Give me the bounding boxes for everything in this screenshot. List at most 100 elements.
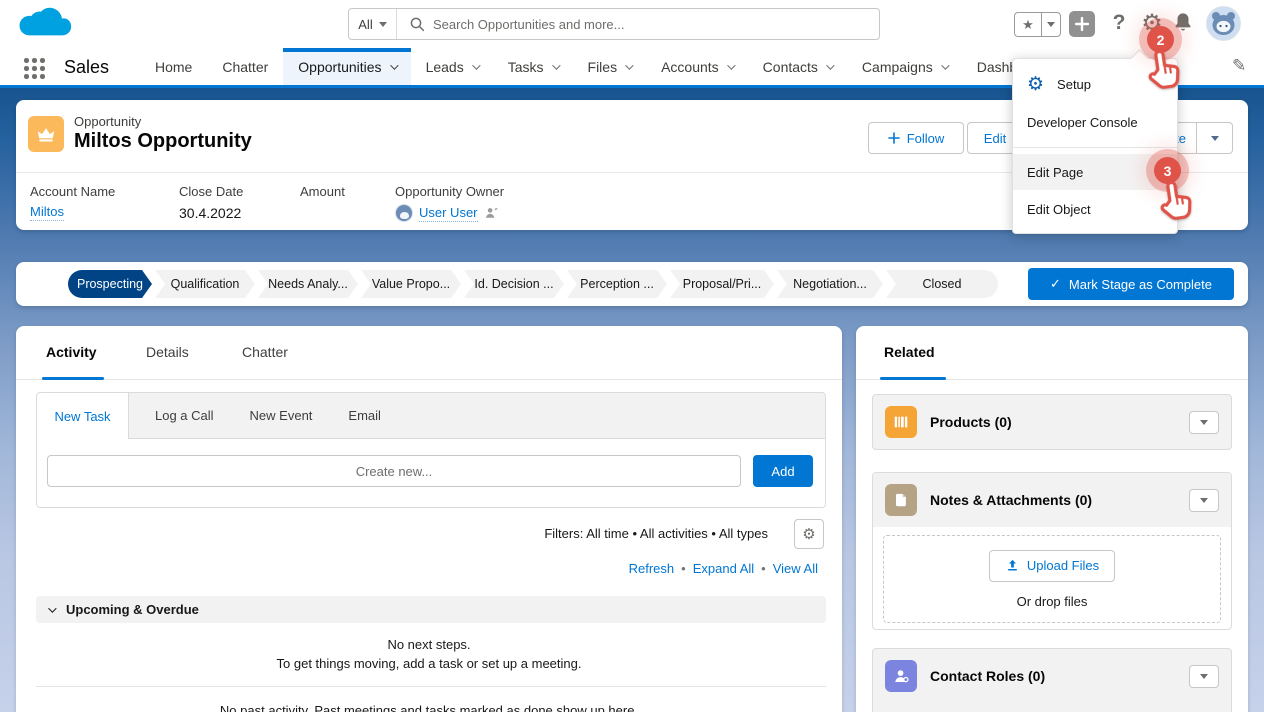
notes-header[interactable]: Notes & Attachments (0) — [873, 473, 1231, 527]
sales-path-card: Prospecting Qualification Needs Analy...… — [16, 262, 1248, 306]
nav-tab-tasks[interactable]: Tasks — [493, 48, 573, 85]
activity-filters-gear-button[interactable]: ⚙ — [794, 519, 824, 549]
divider — [36, 686, 826, 687]
upcoming-overdue-section-header[interactable]: Upcoming & Overdue — [36, 596, 826, 623]
search-input[interactable] — [425, 17, 879, 32]
path-stage-proposal[interactable]: Proposal/Pri... — [670, 270, 774, 298]
chevron-down-icon — [390, 61, 398, 69]
edit-navigation-pencil-icon[interactable]: ✎ — [1232, 56, 1246, 76]
menu-divider — [1013, 147, 1177, 148]
composer-tab-log-a-call[interactable]: Log a Call — [155, 408, 214, 423]
chevron-down-icon — [48, 604, 56, 612]
annotation-step-3-hand-cursor-icon — [1149, 174, 1203, 228]
nav-tab-files[interactable]: Files — [573, 48, 647, 85]
empty-state-title: No next steps. — [16, 637, 842, 652]
path-stage-closed[interactable]: Closed — [886, 270, 998, 298]
global-search: All — [348, 8, 880, 40]
path-stage-needs-analysis[interactable]: Needs Analy... — [258, 270, 358, 298]
notes-attachments-related-list: Notes & Attachments (0) Upload Files Or … — [872, 472, 1232, 630]
nav-tab-contacts[interactable]: Contacts — [748, 48, 847, 85]
notifications-button[interactable] — [1172, 10, 1194, 35]
annotation-step-2-hand-cursor-icon — [1137, 43, 1191, 97]
user-avatar[interactable] — [1206, 6, 1241, 41]
activity-filters-summary[interactable]: Filters: All time • All activities • All… — [544, 526, 768, 541]
nav-tab-campaigns[interactable]: Campaigns — [847, 48, 962, 85]
expand-all-link[interactable]: Expand All — [693, 561, 754, 576]
chevron-down-icon — [1200, 498, 1208, 503]
composer-tab-email[interactable]: Email — [348, 408, 381, 423]
empty-state-subtitle: To get things moving, add a task or set … — [16, 656, 842, 671]
help-button[interactable]: ? — [1108, 10, 1130, 36]
global-actions-button[interactable] — [1069, 11, 1095, 37]
app-name[interactable]: Sales — [64, 57, 109, 78]
chevron-down-icon — [552, 61, 560, 69]
drop-files-label: Or drop files — [1017, 594, 1088, 609]
chevron-down-icon — [727, 61, 735, 69]
file-drop-zone[interactable]: Upload Files Or drop files — [883, 535, 1221, 623]
follow-button[interactable]: Follow — [868, 122, 964, 154]
gear-icon: ⚙ — [802, 525, 815, 543]
global-header: All ★ ? ⚙ — [0, 0, 1264, 48]
add-task-button[interactable]: Add — [753, 455, 813, 487]
favorite-star-button[interactable]: ★ — [1015, 13, 1042, 36]
products-related-list: Products (0) — [872, 394, 1232, 450]
nav-tab-leads[interactable]: Leads — [411, 48, 493, 85]
app-launcher-icon[interactable] — [24, 58, 45, 79]
notes-icon — [885, 484, 917, 516]
chevron-down-icon — [1200, 420, 1208, 425]
upload-files-button[interactable]: Upload Files — [989, 550, 1115, 582]
products-menu-button[interactable] — [1189, 411, 1219, 434]
path-stage-id-decision[interactable]: Id. Decision ... — [464, 270, 564, 298]
favorites-control: ★ — [1014, 12, 1061, 37]
note-page-icon — [892, 491, 910, 509]
search-scope-label: All — [358, 17, 372, 32]
products-icon — [885, 406, 917, 438]
create-new-task-input[interactable] — [47, 455, 741, 487]
composer-tab-new-task[interactable]: New Task — [37, 393, 129, 439]
field-close-date: Close Date 30.4.2022 — [179, 184, 243, 221]
search-scope-selector[interactable]: All — [349, 9, 397, 39]
composer-tab-new-event[interactable]: New Event — [250, 408, 313, 423]
view-all-link[interactable]: View All — [773, 561, 818, 576]
activity-panel: Activity Details Chatter New Task Log a … — [16, 326, 842, 712]
plus-icon — [888, 132, 900, 144]
owner-avatar — [395, 204, 413, 222]
favorites-list-button[interactable] — [1042, 13, 1060, 36]
tab-related[interactable]: Related — [884, 344, 935, 360]
tab-chatter[interactable]: Chatter — [242, 344, 288, 360]
change-owner-icon[interactable] — [484, 206, 498, 220]
composer-tabs: New Task Log a Call New Event Email — [37, 393, 825, 439]
barcode-icon — [892, 413, 910, 431]
refresh-link[interactable]: Refresh — [629, 561, 675, 576]
path-stage-value-proposition[interactable]: Value Propo... — [361, 270, 461, 298]
account-link[interactable]: Miltos — [30, 204, 64, 221]
owner-link[interactable]: User User — [419, 205, 478, 222]
path-stage-prospecting[interactable]: Prospecting — [68, 270, 152, 298]
tab-details[interactable]: Details — [146, 344, 189, 360]
object-label: Opportunity — [74, 114, 141, 129]
path-stage-qualification[interactable]: Qualification — [155, 270, 255, 298]
plus-icon — [1075, 17, 1089, 31]
notes-menu-button[interactable] — [1189, 489, 1219, 512]
path-stage-negotiation[interactable]: Negotiation... — [777, 270, 883, 298]
path-stage-perception[interactable]: Perception ... — [567, 270, 667, 298]
menu-item-developer-console[interactable]: Developer Console — [1013, 103, 1177, 141]
panel-tabs-row — [16, 326, 842, 380]
tab-activity[interactable]: Activity — [46, 344, 97, 360]
upload-icon — [1005, 558, 1020, 573]
contact-roles-menu-button[interactable] — [1189, 665, 1219, 688]
chevron-down-icon — [826, 61, 834, 69]
search-icon — [409, 16, 425, 32]
setup-gear-icon: ⚙ — [1027, 75, 1044, 94]
more-actions-button[interactable] — [1197, 122, 1233, 154]
products-header[interactable]: Products (0) — [873, 395, 1231, 449]
nav-tab-accounts[interactable]: Accounts — [646, 48, 748, 85]
nav-tab-opportunities[interactable]: Opportunities — [283, 48, 410, 85]
nav-tab-home[interactable]: Home — [140, 48, 207, 85]
nav-tab-chatter[interactable]: Chatter — [207, 48, 283, 85]
mark-stage-complete-button[interactable]: ✓ Mark Stage as Complete — [1028, 268, 1234, 300]
chevron-down-icon — [1211, 136, 1219, 141]
chevron-down-icon — [625, 61, 633, 69]
active-tab-underline — [880, 377, 946, 380]
contact-roles-header[interactable]: Contact Roles (0) — [873, 649, 1231, 703]
